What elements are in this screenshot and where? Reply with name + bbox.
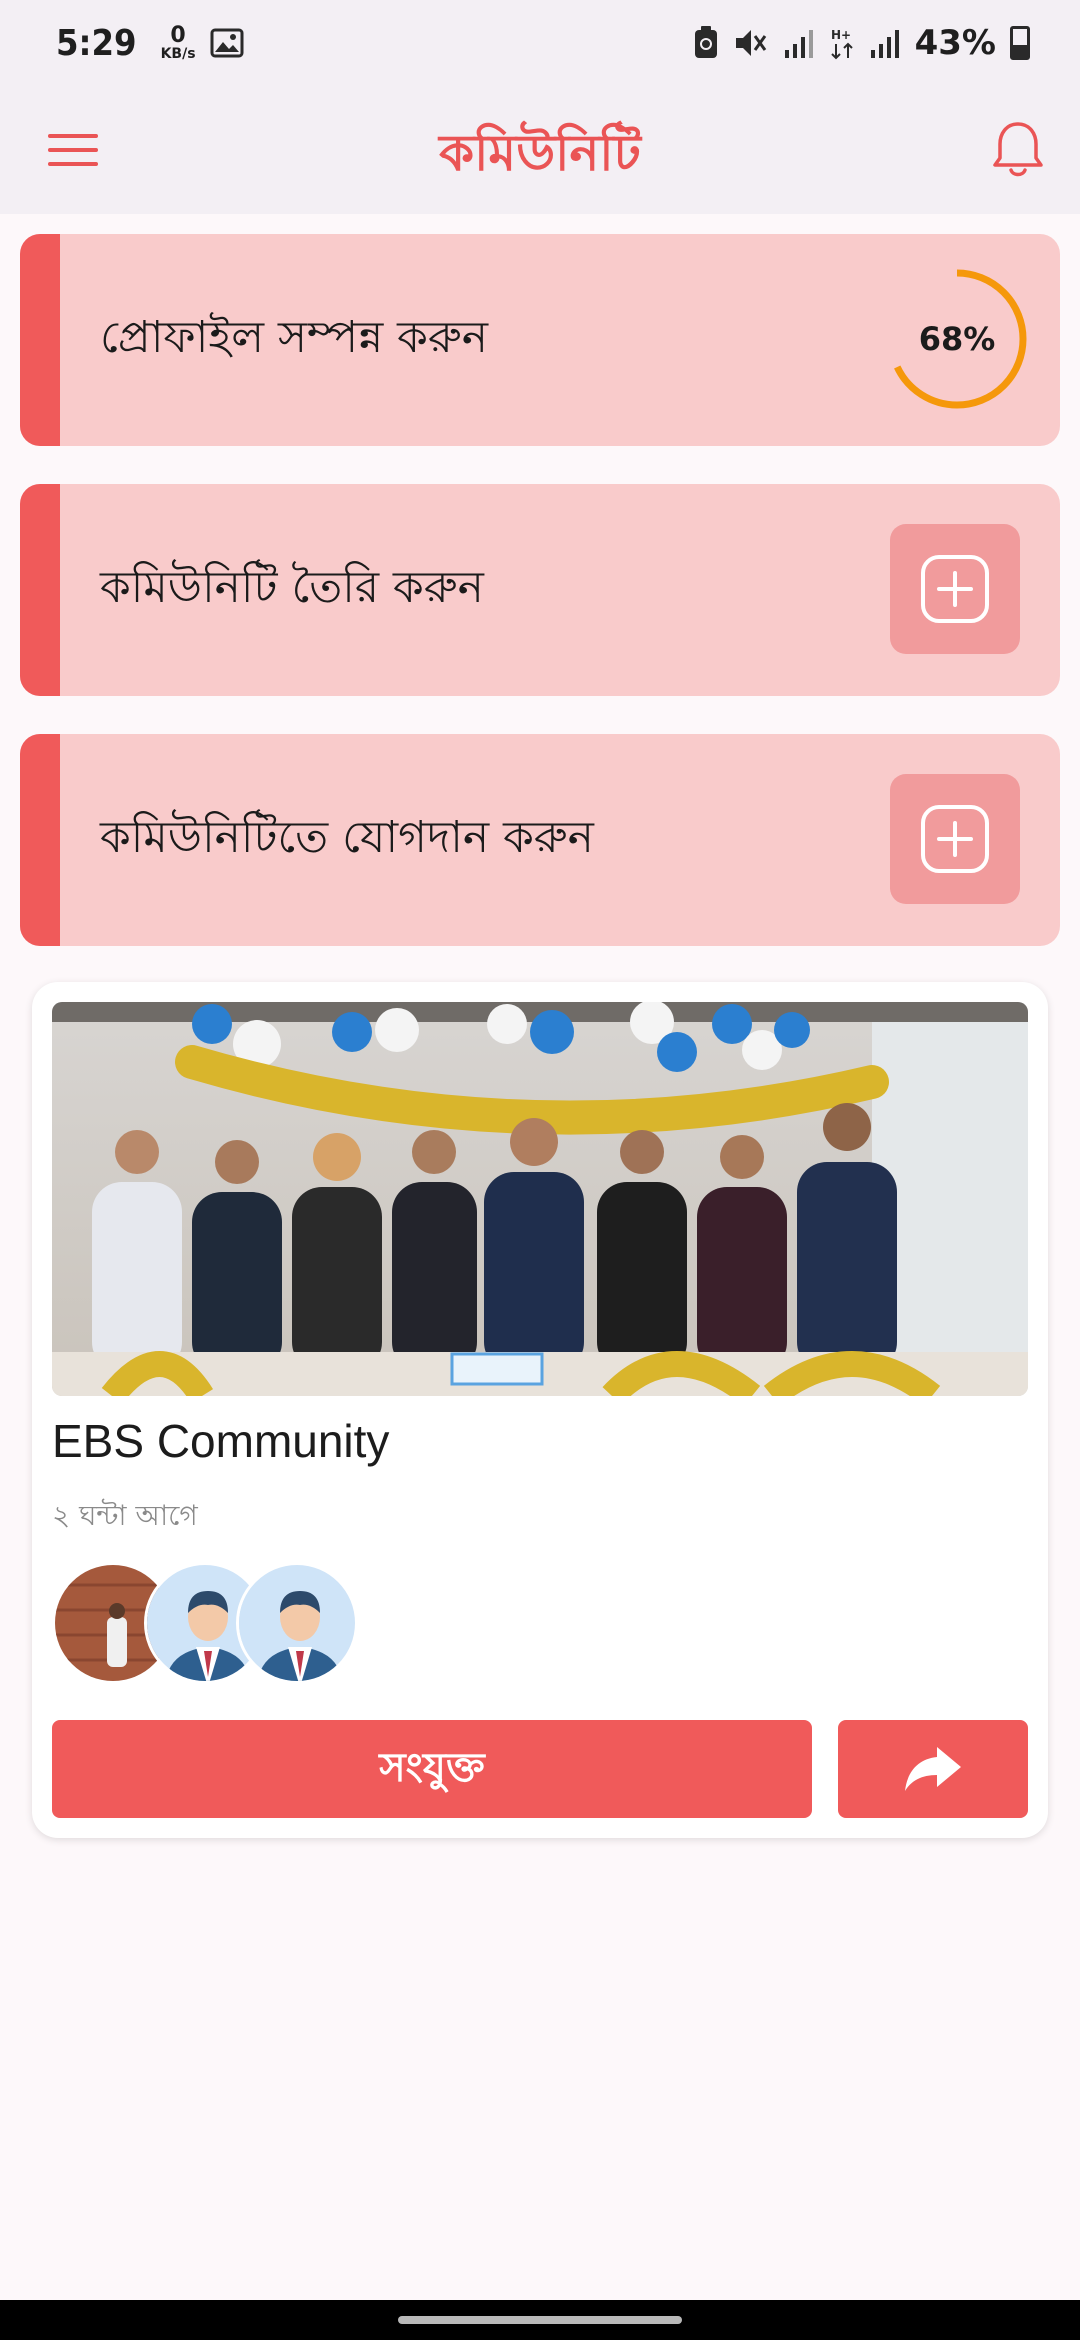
status-bar: 5:29 0 KB/s H+ 43% (0, 0, 1080, 86)
create-community-label: কমিউনিটি তৈরি করুন (100, 561, 484, 613)
community-name[interactable]: EBS Community (52, 1414, 389, 1468)
join-community-card[interactable]: কমিউনিটিতে যোগদান করুন (20, 734, 1060, 946)
gallery-notification-icon (210, 28, 244, 58)
community-cover-image[interactable] (52, 1002, 1028, 1396)
add-icon (921, 805, 989, 873)
network-speed-value: 0 (170, 23, 186, 48)
complete-profile-card[interactable]: প্রোফাইল সম্পন্ন করুন 68% (20, 234, 1060, 446)
member-default-avatar[interactable] (236, 1562, 358, 1684)
join-community-label: কমিউনিটিতে যোগদান করুন (100, 811, 594, 863)
card-accent-bar (20, 234, 60, 446)
svg-text:H+: H+ (831, 28, 851, 42)
mute-icon (735, 30, 766, 56)
network-speed-unit: KB/s (160, 46, 196, 62)
create-community-card[interactable]: কমিউনিটি তৈরি করুন (20, 484, 1060, 696)
network-speed: 0 KB/s (160, 23, 196, 62)
signal-icon-2 (870, 30, 899, 58)
app-bar: কমিউনিটি (0, 86, 1080, 214)
system-navigation-bar (0, 2300, 1080, 2340)
community-card[interactable]: EBS Community ২ ঘন্টা আগে সংযুক্ত (32, 982, 1048, 1838)
status-time: 5:29 (56, 22, 137, 64)
community-time-ago: ২ ঘন্টা আগে (52, 1499, 198, 1532)
card-accent-bar (20, 484, 60, 696)
data-hplus-icon: H+ (831, 28, 853, 60)
battery-percent: 43% (914, 23, 996, 63)
card-accent-bar (20, 734, 60, 946)
profile-progress-text: 68% (918, 320, 996, 358)
signal-icon (784, 30, 813, 58)
share-button[interactable] (838, 1720, 1028, 1818)
complete-profile-label: প্রোফাইল সম্পন্ন করুন (100, 311, 488, 363)
battery-icon (1010, 26, 1030, 60)
add-icon (921, 555, 989, 623)
home-gesture-handle[interactable] (398, 2316, 682, 2324)
join-community-add-button[interactable] (890, 774, 1020, 904)
share-icon (905, 1747, 961, 1791)
member-avatars[interactable] (52, 1562, 372, 1684)
joined-button[interactable]: সংযুক্ত (52, 1720, 812, 1818)
recycle-notification-icon (694, 26, 717, 58)
notification-bell-icon[interactable] (990, 118, 1046, 180)
create-community-button[interactable] (890, 524, 1020, 654)
page-title: কমিউনিটি (439, 124, 641, 182)
